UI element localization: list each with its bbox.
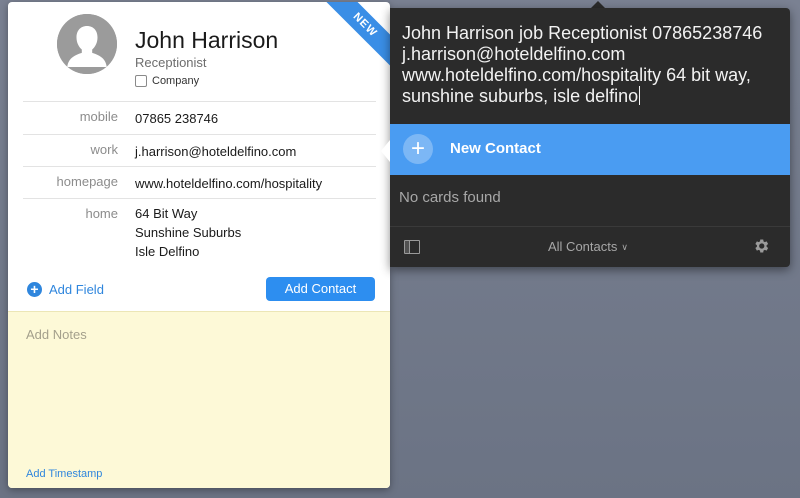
- address-line-region: Isle Delfino: [135, 244, 200, 259]
- contact-job-title[interactable]: Receptionist: [135, 55, 207, 70]
- no-cards-message: No cards found: [399, 189, 501, 206]
- search-popover: John Harrison job Receptionist 078652387…: [390, 8, 790, 267]
- field-value-mobile[interactable]: 07865 238746: [135, 109, 218, 128]
- plus-icon: +: [403, 134, 433, 164]
- add-field-button[interactable]: + Add Field: [27, 282, 104, 297]
- contact-card: NEW John Harrison Receptionist Company m…: [8, 2, 390, 488]
- field-value-work[interactable]: j.harrison@hoteldelfino.com: [135, 142, 296, 161]
- add-timestamp-link[interactable]: Add Timestamp: [26, 468, 102, 480]
- address-line-city: Sunshine Suburbs: [135, 225, 242, 240]
- chevron-down-icon: ∨: [621, 242, 628, 252]
- text-caret: [639, 86, 641, 105]
- company-label: Company: [152, 75, 200, 87]
- all-contacts-dropdown[interactable]: All Contacts ∨: [548, 239, 628, 254]
- footer-divider: [390, 226, 790, 227]
- field-value-home[interactable]: 64 Bit Way Sunshine Suburbs Isle Delfino: [135, 204, 241, 261]
- notes-placeholder: Add Notes: [26, 327, 87, 342]
- company-checkbox[interactable]: [135, 75, 147, 87]
- field-row-homepage: homepage www.hoteldelfino.com/hospitalit…: [23, 166, 376, 199]
- all-contacts-label: All Contacts: [548, 239, 618, 254]
- field-label-home: home: [85, 206, 118, 221]
- sidebar-toggle-icon[interactable]: [404, 240, 420, 254]
- address-line-street: 64 Bit Way: [135, 206, 198, 221]
- company-row: Company: [135, 75, 199, 87]
- field-row-home: home 64 Bit Way Sunshine Suburbs Isle De…: [23, 198, 376, 269]
- field-label-mobile: mobile: [79, 109, 118, 124]
- search-query-text: John Harrison job Receptionist 078652387…: [402, 23, 763, 106]
- contact-name[interactable]: John Harrison: [135, 27, 278, 54]
- gear-icon[interactable]: [752, 237, 770, 255]
- new-contact-result[interactable]: + New Contact: [390, 124, 790, 175]
- person-silhouette-icon: [57, 14, 117, 74]
- card-pointer-arrow: [381, 140, 390, 162]
- new-ribbon: NEW: [320, 2, 390, 72]
- field-row-mobile: mobile 07865 238746: [23, 101, 376, 135]
- add-contact-button[interactable]: Add Contact: [266, 277, 375, 301]
- notes-area[interactable]: Add Notes Add Timestamp: [8, 311, 390, 488]
- new-contact-label: New Contact: [450, 140, 541, 157]
- field-label-homepage: homepage: [56, 174, 118, 189]
- plus-circle-icon: +: [27, 282, 42, 297]
- search-query-input[interactable]: John Harrison job Receptionist 078652387…: [402, 23, 782, 107]
- field-label-work: work: [90, 142, 118, 157]
- avatar[interactable]: [57, 14, 117, 74]
- add-field-label: Add Field: [49, 282, 104, 297]
- new-ribbon-container: NEW: [320, 2, 390, 72]
- field-row-work: work j.harrison@hoteldelfino.com: [23, 134, 376, 167]
- field-value-homepage[interactable]: www.hoteldelfino.com/hospitality: [135, 174, 322, 193]
